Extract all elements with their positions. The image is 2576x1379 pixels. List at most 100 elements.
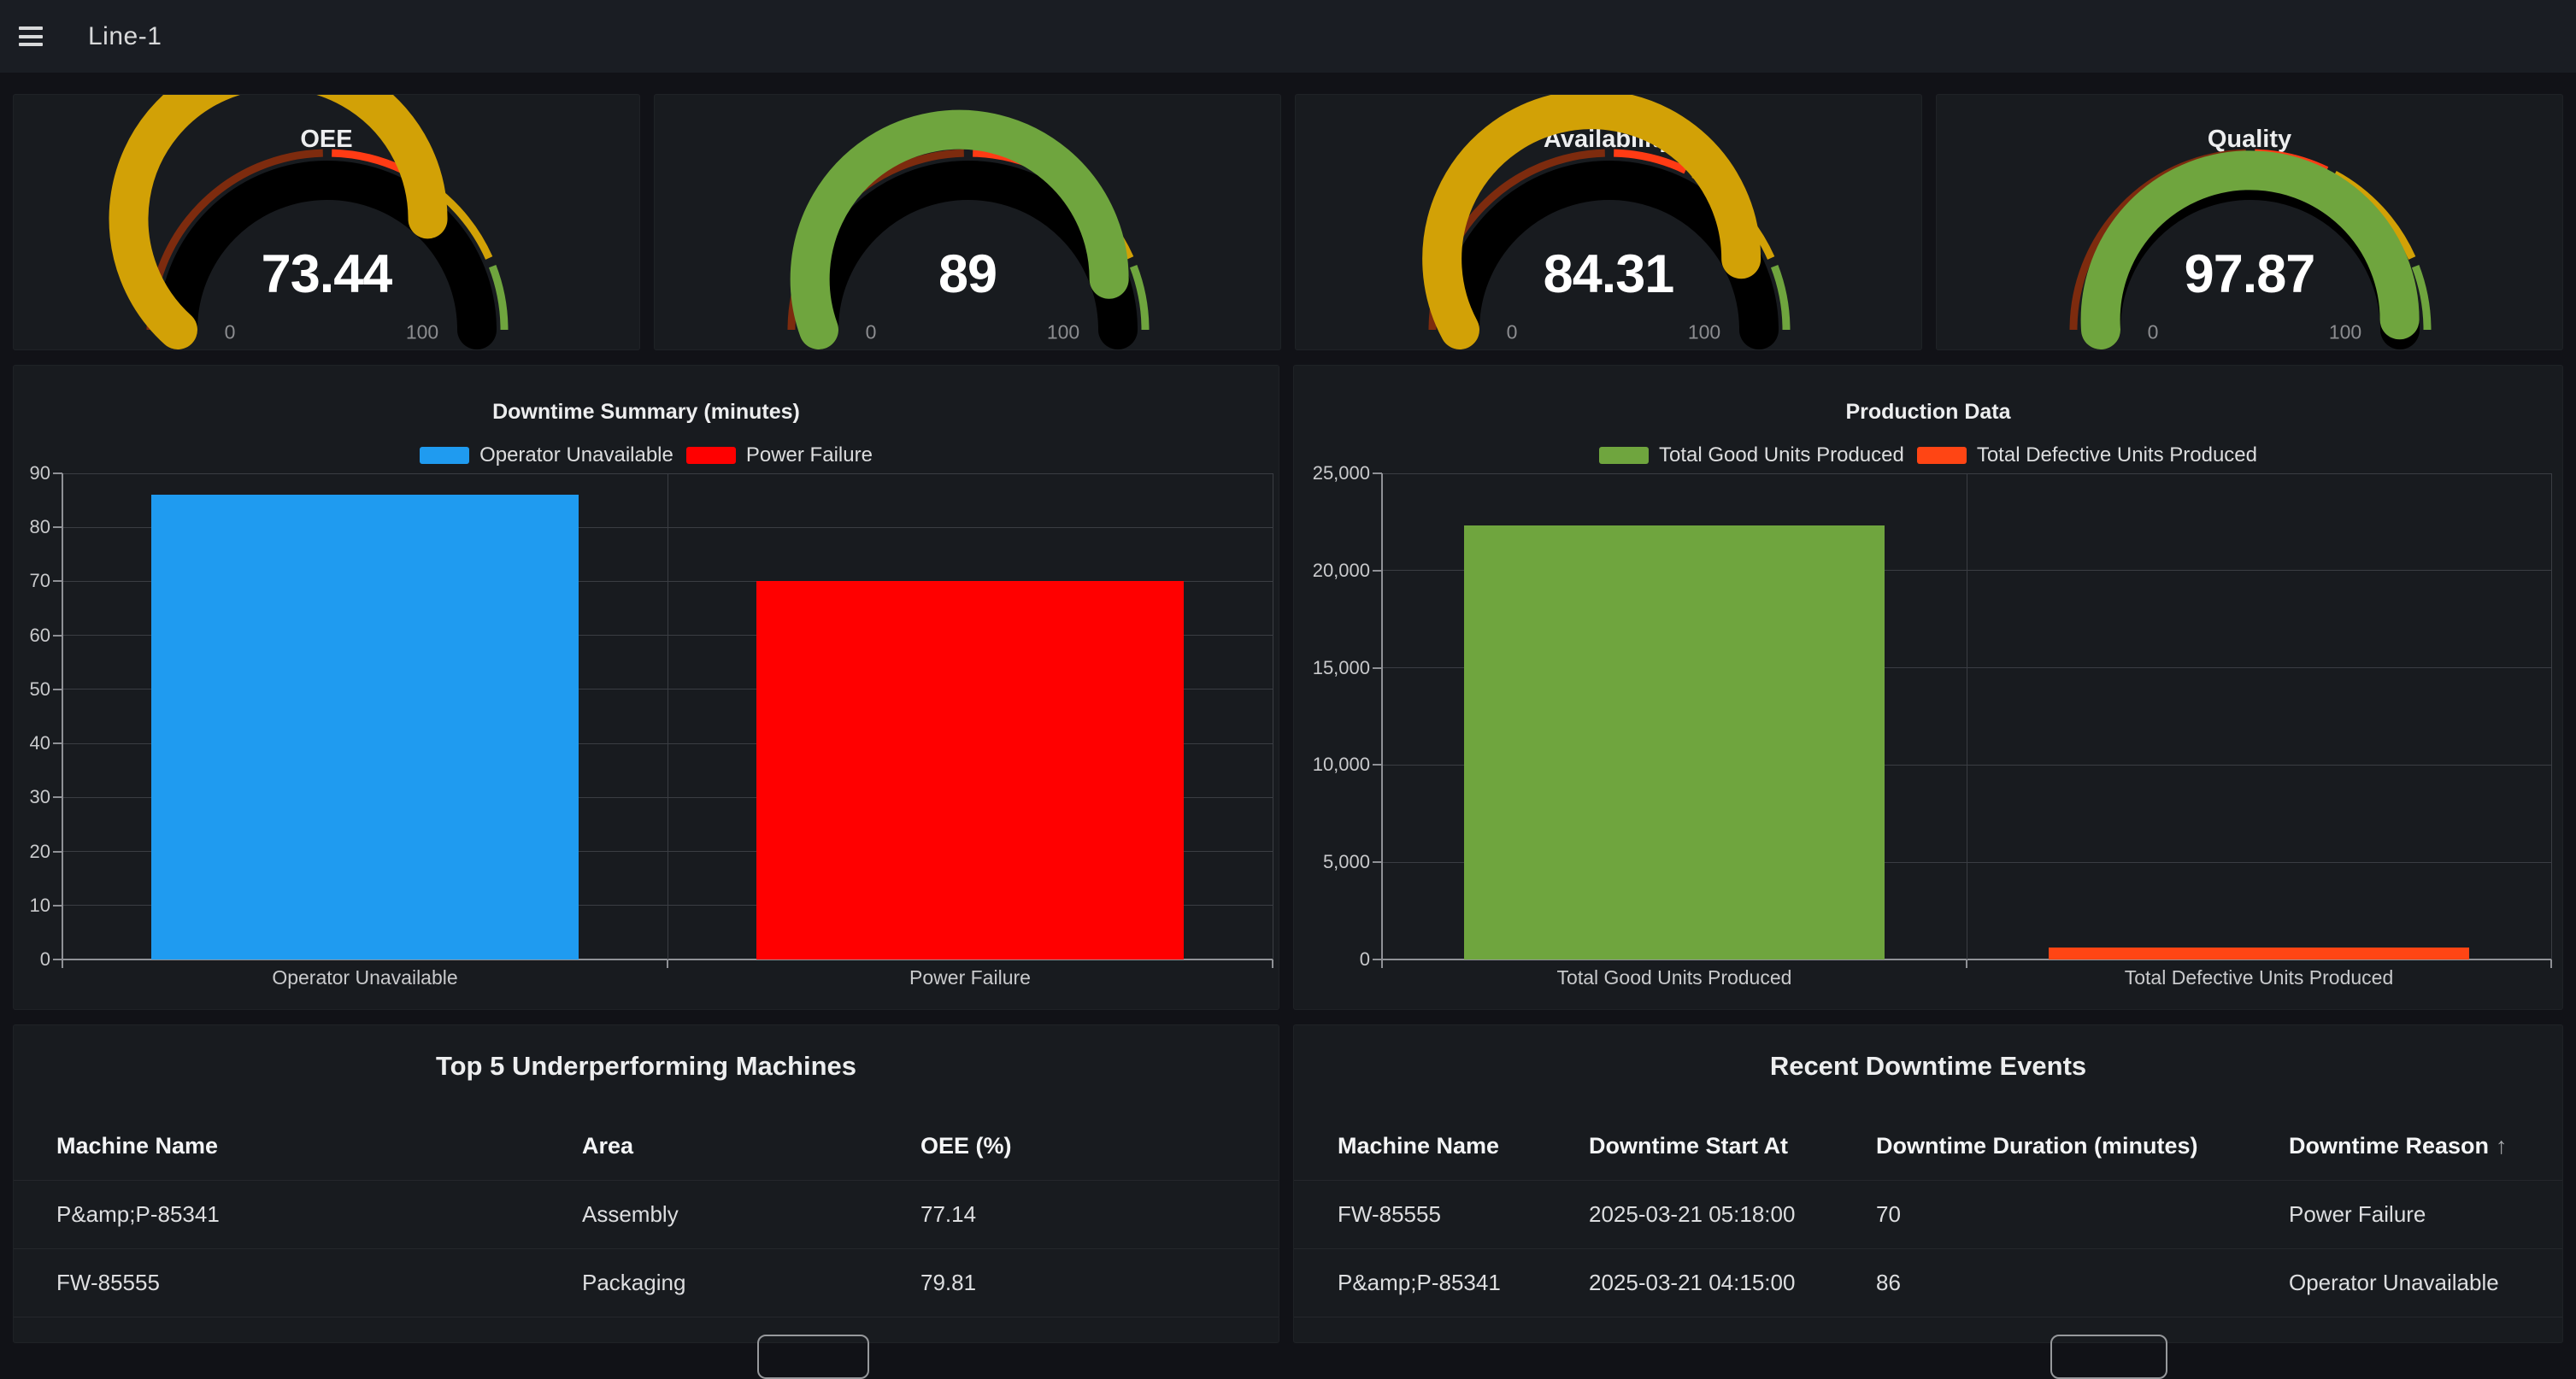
legend-label: Total Good Units Produced <box>1659 443 1904 467</box>
bar-total-defective-units-produced[interactable] <box>2049 948 2469 959</box>
x-axis-tick <box>1272 959 1273 968</box>
legend-label: Operator Unavailable <box>479 443 673 467</box>
column-header-downtime-reason[interactable]: Downtime Reason↑ <box>2289 1133 2508 1159</box>
column-header-machine-name[interactable]: Machine Name <box>1338 1133 1499 1159</box>
column-header-downtime-start-at[interactable]: Downtime Start At <box>1589 1133 1788 1159</box>
legend-item-total-good-units-produced[interactable]: Total Good Units Produced <box>1599 443 1904 467</box>
chart-legend: Operator Unavailable Power Failure <box>14 443 1279 468</box>
table-cell: 70 <box>1876 1201 1901 1227</box>
x-axis-tick <box>1966 959 1967 968</box>
gauge-panel-availability: Availability 84.31 0 100 <box>1295 94 1922 350</box>
bar-power-failure[interactable] <box>756 581 1184 959</box>
legend-swatch <box>1917 447 1967 464</box>
x-axis-tick <box>1381 959 1383 968</box>
table-cell: 2025-03-21 04:15:00 <box>1589 1270 1795 1295</box>
chart-panel-downtime-summary: Downtime Summary (minutes) Operator Unav… <box>13 365 1279 1010</box>
menu-icon-bar <box>19 35 43 38</box>
legend-item-total-defective-units-produced[interactable]: Total Defective Units Produced <box>1917 443 2257 467</box>
column-header-oee[interactable]: OEE (%) <box>920 1133 1012 1159</box>
table-cell: 79.81 <box>920 1270 976 1295</box>
bar-total-good-units-produced[interactable] <box>1464 525 1885 959</box>
category-split-line <box>2551 473 2552 959</box>
y-axis-label: 70 <box>13 569 50 593</box>
y-axis-label: 20 <box>13 840 50 864</box>
column-header-machine-name[interactable]: Machine Name <box>56 1133 218 1159</box>
y-axis-label: 0 <box>1297 948 1370 971</box>
bar-operator-unavailable[interactable] <box>151 495 579 959</box>
chart-title: Production Data <box>1294 400 2562 425</box>
table-cell: Operator Unavailable <box>2289 1270 2499 1295</box>
y-axis-line <box>1381 473 1383 959</box>
table-cell: 77.14 <box>920 1201 976 1227</box>
gauge-value: 73.44 <box>14 244 639 305</box>
x-axis-tick <box>2550 959 2552 968</box>
x-axis-label: Total Defective Units Produced <box>2125 966 2394 989</box>
row-separator <box>1294 1248 2562 1249</box>
gauge-min-label: 0 <box>225 321 236 344</box>
legend-item-power-failure[interactable]: Power Failure <box>686 443 873 467</box>
pagination-button[interactable] <box>757 1335 869 1379</box>
y-axis-label: 40 <box>13 731 50 755</box>
y-axis-label: 0 <box>13 948 50 971</box>
table-panel-recent-downtime-events: Recent Downtime Events Machine Name Downt… <box>1293 1024 2563 1343</box>
table-cell: Assembly <box>582 1201 679 1227</box>
gauge-panel-performance: Performance 89 0 100 <box>654 94 1281 350</box>
table-cell: FW-85555 <box>1338 1201 1441 1227</box>
x-axis-label: Operator Unavailable <box>272 966 457 989</box>
x-axis-label: Total Good Units Produced <box>1557 966 1792 989</box>
chart-panel-production-data: Production Data Total Good Units Produce… <box>1293 365 2563 1010</box>
y-axis-label: 60 <box>13 624 50 648</box>
x-axis-tick <box>62 959 63 968</box>
y-axis-label: 80 <box>13 515 50 539</box>
gauge-arc <box>655 95 1280 349</box>
gauge-min-label: 0 <box>2148 321 2159 344</box>
gauge-min-label: 0 <box>866 321 877 344</box>
y-axis-line <box>62 473 63 959</box>
row-separator <box>14 1180 1279 1181</box>
y-axis-label: 25,000 <box>1297 461 1370 485</box>
table-title: Top 5 Underperforming Machines <box>14 1051 1279 1082</box>
gauge-max-label: 100 <box>2329 321 2361 344</box>
y-axis-label: 15,000 <box>1297 656 1370 680</box>
gauge-value: 89 <box>655 244 1280 305</box>
gauge-value: 97.87 <box>1937 244 2562 305</box>
gauge-arc <box>1296 95 1921 349</box>
pagination-button[interactable] <box>2050 1335 2167 1379</box>
table-cell: P&amp;P-85341 <box>1338 1270 1501 1295</box>
table-cell: P&amp;P-85341 <box>56 1201 220 1227</box>
gauge-arc <box>1937 95 2562 349</box>
gauge-max-label: 100 <box>406 321 438 344</box>
table-panel-underperforming-machines: Top 5 Underperforming Machines Machine N… <box>13 1024 1279 1343</box>
table-cell: Power Failure <box>2289 1201 2426 1227</box>
chart-plot-area: 0102030405060708090Operator UnavailableP… <box>62 473 1273 959</box>
topbar: Line-1 <box>0 0 2576 73</box>
gauge-min-label: 0 <box>1507 321 1518 344</box>
x-axis-label: Power Failure <box>909 966 1031 989</box>
menu-icon[interactable] <box>19 26 43 46</box>
legend-swatch <box>686 447 736 464</box>
table-cell: 86 <box>1876 1270 1901 1295</box>
gauge-value: 84.31 <box>1296 244 1921 305</box>
chart-legend: Total Good Units Produced Total Defective… <box>1294 443 2562 468</box>
column-header-downtime-duration-minutes[interactable]: Downtime Duration (minutes) <box>1876 1133 2198 1159</box>
legend-swatch <box>1599 447 1649 464</box>
dashboard-title: Line-1 <box>88 0 162 73</box>
menu-icon-bar <box>19 43 43 46</box>
sort-ascending-icon: ↑ <box>2496 1133 2508 1159</box>
y-axis-label: 30 <box>13 785 50 809</box>
table-title: Recent Downtime Events <box>1294 1051 2562 1082</box>
y-axis-label: 20,000 <box>1297 559 1370 583</box>
column-header-area[interactable]: Area <box>582 1133 633 1159</box>
table-cell: 2025-03-21 05:18:00 <box>1589 1201 1795 1227</box>
legend-item-operator-unavailable[interactable]: Operator Unavailable <box>420 443 673 467</box>
gauge-max-label: 100 <box>1688 321 1720 344</box>
legend-label: Power Failure <box>746 443 873 467</box>
gauge-panel-oee: OEE 73.44 0 100 <box>13 94 640 350</box>
y-axis-label: 90 <box>13 461 50 485</box>
gauge-panel-quality: Quality 97.87 0 100 <box>1936 94 2563 350</box>
x-axis-tick <box>667 959 668 968</box>
chart-plot-area: 05,00010,00015,00020,00025,000Total Good… <box>1382 473 2551 959</box>
y-axis-label: 10 <box>13 894 50 918</box>
row-separator <box>14 1248 1279 1249</box>
y-axis-label: 50 <box>13 678 50 701</box>
